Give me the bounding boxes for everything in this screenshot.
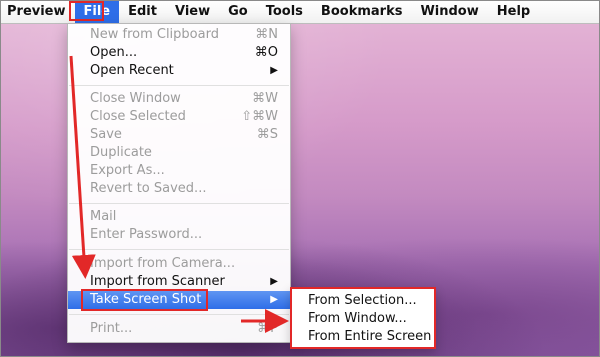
menubar-edit[interactable]: Edit bbox=[119, 1, 166, 23]
menu-item-mail[interactable]: Mail bbox=[68, 208, 290, 226]
menubar-tools[interactable]: Tools bbox=[257, 1, 312, 23]
annotation-box-file bbox=[69, 1, 104, 21]
menu-item-save[interactable]: Save ⌘S bbox=[68, 126, 290, 144]
submenu-item-from-selection[interactable]: From Selection... bbox=[308, 292, 417, 310]
menubar-bookmarks[interactable]: Bookmarks bbox=[312, 1, 412, 23]
menubar-window[interactable]: Window bbox=[411, 1, 487, 23]
annotation-box-take-screen-shot bbox=[81, 289, 208, 311]
menubar-go[interactable]: Go bbox=[219, 1, 257, 23]
menu-item-print[interactable]: Print... ⌘P bbox=[68, 320, 290, 338]
menu-separator bbox=[69, 85, 289, 86]
menu-item-open-recent[interactable]: Open Recent ▶ bbox=[68, 62, 290, 80]
menubar-help[interactable]: Help bbox=[488, 1, 539, 23]
menu-item-close-window[interactable]: Close Window ⌘W bbox=[68, 90, 290, 108]
menu-separator bbox=[69, 314, 289, 315]
menubar-app-preview[interactable]: Preview bbox=[1, 1, 75, 23]
desktop-background: Preview File Edit View Go Tools Bookmark… bbox=[0, 0, 600, 357]
menubar-view[interactable]: View bbox=[166, 1, 219, 23]
menu-item-import-from-camera[interactable]: Import from Camera... bbox=[68, 255, 290, 273]
submenu-item-from-window[interactable]: From Window... bbox=[308, 310, 407, 328]
menu-separator bbox=[69, 249, 289, 250]
menu-item-revert-to-saved[interactable]: Revert to Saved... bbox=[68, 180, 290, 198]
menu-item-open[interactable]: Open... ⌘O bbox=[68, 44, 290, 62]
menu-item-duplicate[interactable]: Duplicate bbox=[68, 144, 290, 162]
menu-item-new-from-clipboard[interactable]: New from Clipboard ⌘N bbox=[68, 26, 290, 44]
submenu-arrow-icon: ▶ bbox=[270, 65, 278, 76]
menu-item-export-as[interactable]: Export As... bbox=[68, 162, 290, 180]
submenu-arrow-icon: ▶ bbox=[270, 276, 278, 287]
submenu-item-from-entire-screen[interactable]: From Entire Screen bbox=[308, 328, 431, 346]
screenshot-submenu: From Selection... From Window... From En… bbox=[290, 287, 436, 349]
submenu-arrow-icon: ▶ bbox=[270, 294, 278, 305]
menu-item-enter-password[interactable]: Enter Password... bbox=[68, 226, 290, 244]
menu-separator bbox=[69, 203, 289, 204]
menu-item-close-selected[interactable]: Close Selected ⇧⌘W bbox=[68, 108, 290, 126]
